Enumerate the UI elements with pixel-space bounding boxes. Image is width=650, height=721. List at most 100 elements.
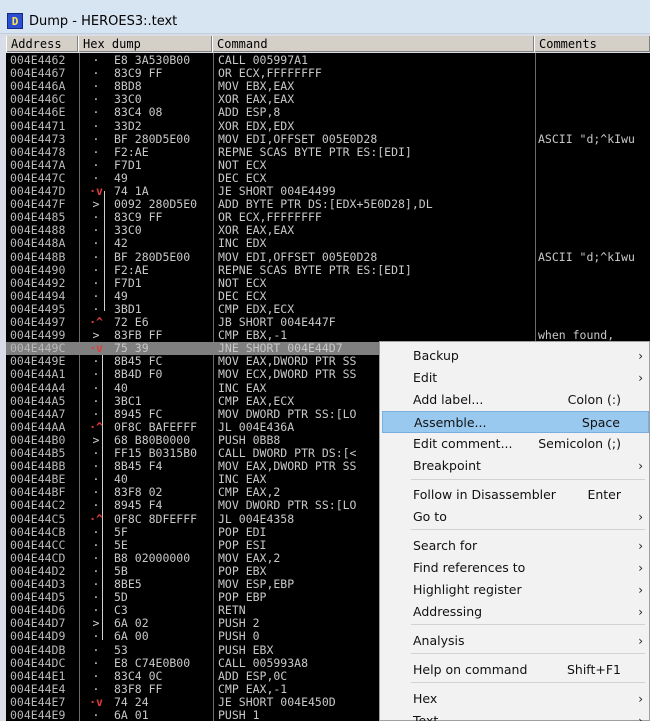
row-jump-marker: · [92,669,100,683]
table-row[interactable]: 004E4495 · 3BD1 CMP EDX,ECX [6,303,650,316]
table-row[interactable]: 004E4467 · 83C9 FF OR ECX,FFFFFFFF [6,67,650,80]
row-jump-marker: · [92,551,100,565]
row-address: 004E448B [10,250,66,264]
row-hex-dump: 68 B80B0000 [114,433,191,447]
menu-item-search-for[interactable]: Search for › [382,535,649,557]
row-jump-marker: · [92,394,100,408]
row-address: 004E44D2 [10,564,66,578]
row-jump-marker: · [92,682,100,696]
row-jump-marker: · [92,709,100,721]
menu-item-shortcut: Semicolon (;) [538,436,621,451]
menu-item-addressing[interactable]: Addressing › [382,601,649,623]
table-row[interactable]: 004E4485 · 83C9 FF OR ECX,FFFFFFFF [6,211,650,224]
table-row[interactable]: 004E446A · 8BD8 MOV EBX,EAX [6,80,650,93]
row-hex-dump: 8945 FC [114,407,163,421]
row-jump-marker: > [92,198,100,212]
row-comment: ASCII "d;^kIwu [538,250,635,264]
row-hex-dump: FF15 B0315B0 [114,447,198,460]
column-comments[interactable]: Comments [534,36,650,52]
row-command: OR ECX,FFFFFFFF [218,67,322,81]
row-command: XOR EAX,EAX [218,93,295,107]
menu-item-shortcut: Colon (:) [567,392,621,407]
row-hex-dump: B8 02000000 [114,551,191,565]
row-jump-marker: · [92,630,100,644]
row-jump-marker: · [92,237,100,251]
menu-item-go-to[interactable]: Go to › [382,506,649,528]
submenu-arrow-icon: › [638,510,643,524]
row-hex-dump: 72 E6 [114,316,149,329]
menu-item-label: Follow in Disassembler [413,487,556,502]
row-hex-dump: 0F8C BAFEFFF [114,420,198,434]
row-address: 004E44AA [10,420,66,434]
row-command: CMP EDX,ECX [218,302,295,316]
row-address: 004E446C [10,93,66,107]
table-row[interactable]: 004E448B · BF 280D5E00 MOV EDI,OFFSET 005E0… [6,251,650,264]
menu-item-help-on-command[interactable]: Help on command Shift+F1 [382,659,649,681]
column-header: Address Hex dump Command Comments [6,36,650,52]
table-row[interactable]: 004E4494 · 49 DEC ECX [6,290,650,303]
menu-item-find-references-to[interactable]: Find references to › [382,557,649,579]
row-hex-dump: BF 280D5E00 [114,132,191,146]
menu-item-add-label[interactable]: Add label... Colon (:) [382,389,649,411]
menu-item-edit-comment[interactable]: Edit comment... Semicolon (;) [382,433,649,455]
row-address: 004E446A [10,80,66,94]
row-address: 004E44D7 [10,617,66,631]
menu-item-backup[interactable]: Backup › [382,345,649,367]
table-row[interactable]: 004E447D ·v 74 1A JE SHORT 004E4499 [6,185,650,198]
menu-separator [411,682,645,683]
menu-item-analysis[interactable]: Analysis › [382,630,649,652]
table-row[interactable]: 004E4473 · BF 280D5E00 MOV EDI,OFFSET 005E0… [6,133,650,146]
menu-item-text[interactable]: Text › [382,710,649,721]
table-row[interactable]: 004E4478 · F2:AE REPNE SCAS BYTE PTR ES:[ED… [6,146,650,159]
table-row[interactable]: 004E446E · 83C4 08 ADD ESP,8 [6,106,650,119]
menu-item-highlight-register[interactable]: Highlight register › [382,579,649,601]
row-address: 004E44A1 [10,368,66,382]
table-row[interactable]: 004E4462 · E8 3A530B00 CALL 005997A1 [6,54,650,67]
table-row[interactable]: 004E447F >0092 280D5E0 ADD BYTE PTR DS:[ED… [6,198,650,211]
row-address: 004E449C [10,342,66,356]
table-row[interactable]: 004E4497 ·^ 72 E6 JB SHORT 004E447F [6,316,650,329]
table-row[interactable]: 004E448A · 42 INC EDX [6,237,650,250]
row-command: NOT ECX [218,276,267,290]
table-row[interactable]: 004E4488 · 33C0 XOR EAX,EAX [6,224,650,237]
menu-item-edit[interactable]: Edit › [382,367,649,389]
menu-item-breakpoint[interactable]: Breakpoint › [382,455,649,477]
row-hex-dump: 83FB FF [114,329,163,343]
menu-item-label: Analysis [413,633,465,648]
table-row[interactable]: 004E4471 · 33D2 XOR EDX,EDX [6,120,650,133]
dump-window: D Dump - HEROES3:.text Address Hex dump … [0,0,650,721]
menu-item-hex[interactable]: Hex › [382,688,649,710]
menu-item-label: Highlight register [413,582,522,597]
row-hex-dump: 75 39 [114,342,149,356]
row-address: 004E44A7 [10,407,66,421]
menu-item-label: Assemble... [414,415,487,430]
menu-item-assemble[interactable]: Assemble... Space [382,411,649,433]
dump-window-icon[interactable]: D [7,13,23,29]
row-hex-dump: 6A 01 [114,709,149,721]
column-command[interactable]: Command [212,36,534,52]
table-row[interactable]: 004E446C · 33C0 XOR EAX,EAX [6,93,650,106]
column-address[interactable]: Address [6,36,78,52]
submenu-arrow-icon: › [638,583,643,597]
table-row[interactable]: 004E447A · F7D1 NOT ECX [6,159,650,172]
menu-item-label: Backup [413,348,459,363]
row-command: JE SHORT 004E4499 [218,185,336,198]
row-hex-dump: 8BD8 [114,80,142,94]
table-row[interactable]: 004E447C · 49 DEC ECX [6,172,650,185]
table-row[interactable]: 004E4490 · F2:AE REPNE SCAS BYTE PTR ES:[ED… [6,264,650,277]
row-jump-marker: · [92,54,100,67]
row-hex-dump: 33C0 [114,93,142,107]
row-address: 004E44CB [10,525,66,539]
column-hex-dump[interactable]: Hex dump [78,36,212,52]
row-hex-dump: 40 [114,473,128,487]
row-jump-marker: · [92,171,100,185]
menu-separator [411,653,645,654]
menu-item-follow-in-disassembler[interactable]: Follow in Disassembler Enter [382,484,649,506]
menu-item-label: Breakpoint [413,458,481,473]
table-row[interactable]: 004E4492 · F7D1 NOT ECX [6,277,650,290]
row-hex-dump: C3 [114,604,128,618]
menu-item-shortcut: Enter [587,487,621,502]
row-jump-marker: · [92,538,100,552]
menu-item-label: Text [413,713,439,721]
row-address: 004E4485 [10,211,66,225]
